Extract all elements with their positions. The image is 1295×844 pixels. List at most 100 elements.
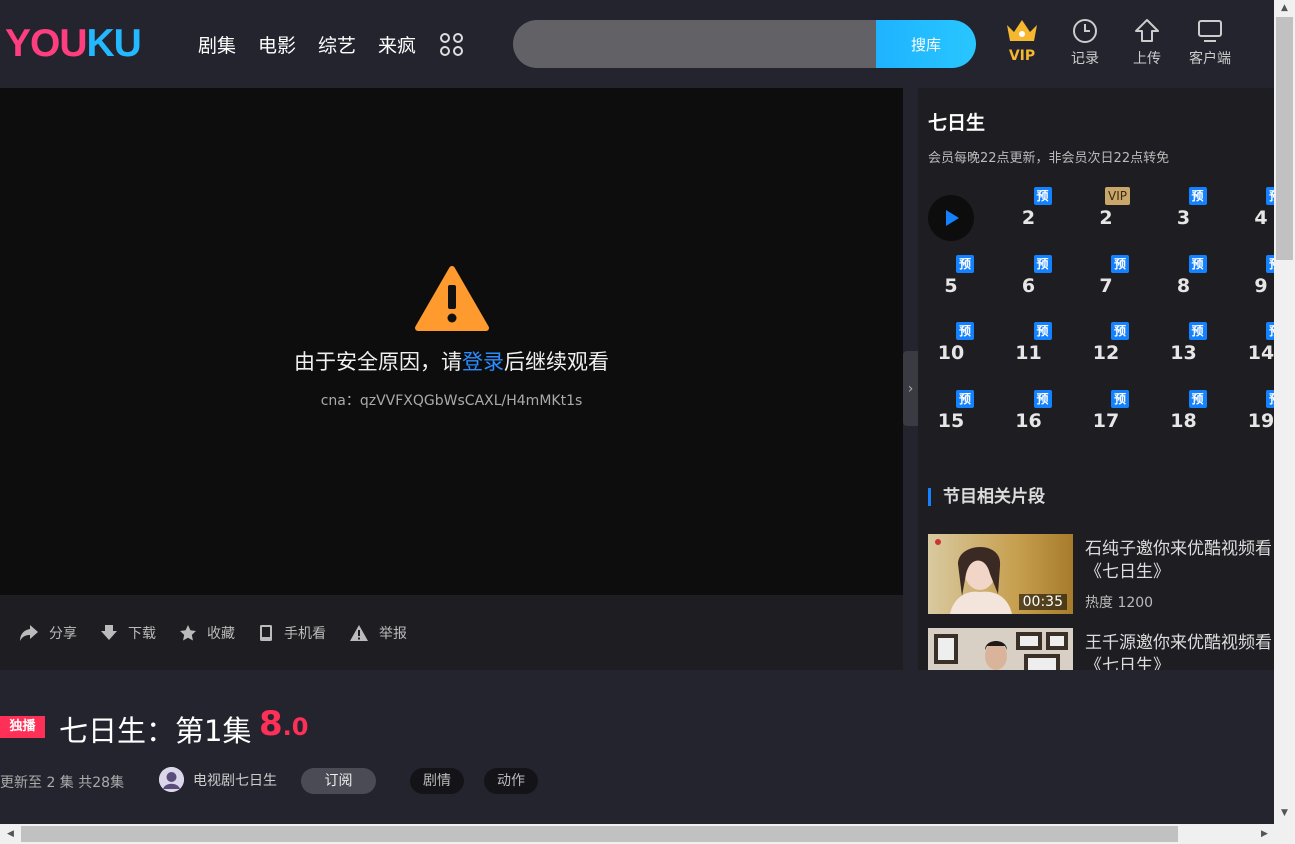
mobile-watch-button[interactable]: 手机看: [258, 623, 326, 643]
episode-number: 3: [1176, 207, 1191, 229]
preview-badge: 预: [1033, 389, 1052, 408]
preview-badge: 预: [1266, 322, 1274, 340]
search-button[interactable]: 搜库: [876, 20, 976, 68]
preview-badge: 预: [1266, 187, 1274, 205]
play-icon: [946, 210, 959, 226]
preview-badge: 预: [956, 322, 975, 340]
related-clip-item[interactable]: 王千源邀你来优酷视频看《七日生》: [928, 628, 1274, 670]
history-label: 记录: [1071, 51, 1099, 67]
upload-button[interactable]: 上传: [1117, 16, 1177, 68]
search-bar: 搜库: [513, 20, 976, 68]
episode-number: 13: [1170, 342, 1197, 364]
chevron-right-icon: ›: [907, 380, 914, 397]
vip-button[interactable]: VIP: [992, 16, 1052, 64]
nav-item-variety[interactable]: 综艺: [318, 31, 356, 58]
episode-button[interactable]: 19预: [1238, 389, 1274, 444]
security-warning: 由于安全原因，请登录后继续观看 cna：qzVVFXQGbWsCAXL/H4mM…: [0, 266, 903, 410]
horizontal-scroll-thumb[interactable]: [21, 826, 1178, 842]
video-title: 七日生：第1集: [59, 714, 252, 748]
episode-number: 15: [937, 409, 965, 432]
preview-badge: 预: [1266, 389, 1274, 408]
clip-title: 王千源邀你来优酷视频看《七日生》: [1085, 633, 1272, 670]
episode-button[interactable]: 17 预: [1083, 389, 1130, 444]
favorite-button[interactable]: 收藏: [179, 623, 235, 643]
episode-button[interactable]: 7预: [1083, 254, 1130, 309]
episode-button[interactable]: 2预: [1006, 187, 1052, 241]
nav-item-laifeng[interactable]: 来疯: [378, 31, 416, 58]
episode-button[interactable]: 2 VIP: [1083, 187, 1130, 241]
episode-playing[interactable]: [928, 195, 974, 241]
search-input[interactable]: [513, 20, 876, 68]
youku-logo[interactable]: YOUKU: [5, 22, 142, 66]
clip-title: 石纯子邀你来优酷视频看《七日生》: [1085, 539, 1272, 582]
episode-meta: 更新至 2 集 共28集: [0, 775, 125, 791]
history-button[interactable]: 记录: [1055, 16, 1115, 68]
upload-label: 上传: [1133, 51, 1161, 67]
related-clips-title: 节目相关片段: [928, 488, 1045, 506]
download-button[interactable]: 下载: [100, 623, 156, 643]
upload-icon: [1117, 16, 1177, 46]
preview-badge: 预: [1111, 254, 1130, 273]
related-clip-item[interactable]: 00:35 石纯子邀你来优酷视频看《七日生》 热度 1200: [928, 534, 1274, 614]
main-nav: 剧集 电影 综艺 来疯: [198, 31, 464, 58]
share-button[interactable]: 分享: [19, 623, 77, 643]
episode-button[interactable]: 5预: [928, 254, 975, 309]
episode-button[interactable]: 6预: [1006, 254, 1052, 309]
scroll-up-icon[interactable]: ▲: [1276, 0, 1293, 17]
action-bar: 分享 下载 收藏 手机看 举报: [0, 595, 903, 670]
episode-button[interactable]: 10 预: [928, 322, 975, 376]
clock-icon: [1055, 16, 1115, 46]
preview-badge: 预: [1111, 389, 1130, 408]
tag-drama[interactable]: 剧情: [410, 768, 464, 794]
episode-button[interactable]: 3预: [1161, 187, 1207, 241]
alert-icon: [350, 624, 368, 641]
preview-badge: 预: [1266, 254, 1274, 273]
download-icon: [101, 624, 117, 640]
episode-number: 17: [1092, 409, 1120, 432]
sidebar-collapse-button[interactable]: ›: [903, 351, 918, 426]
episode-button[interactable]: 12 预: [1083, 322, 1130, 376]
warning-icon: [414, 266, 489, 331]
update-schedule: 会员每晚22点更新，非会员次日22点转免: [928, 151, 1170, 166]
subscribe-button[interactable]: 订阅: [301, 768, 376, 794]
video-player[interactable]: 由于安全原因，请登录后继续观看 cna：qzVVFXQGbWsCAXL/H4mM…: [0, 88, 903, 595]
episode-button[interactable]: 16 预: [1006, 389, 1052, 444]
preview-badge: 预: [1033, 187, 1052, 205]
report-button[interactable]: 举报: [349, 623, 407, 643]
share-icon: [20, 624, 38, 641]
episode-button[interactable]: 9预: [1238, 254, 1274, 309]
scroll-left-icon[interactable]: ◀: [2, 826, 19, 843]
scroll-down-icon[interactable]: ▼: [1276, 805, 1293, 822]
channel-link[interactable]: 电视剧七日生: [159, 767, 277, 792]
preview-badge: 预: [1111, 322, 1130, 340]
tag-action[interactable]: 动作: [484, 768, 538, 794]
scroll-right-icon[interactable]: ▶: [1256, 826, 1273, 843]
episode-sidebar: 七日生 会员每晚22点更新，非会员次日22点转免 2预2VIP3预4预5预6预7…: [918, 88, 1274, 670]
episode-button[interactable]: 4预: [1238, 187, 1274, 241]
episode-number: 12: [1092, 342, 1120, 364]
episode-button[interactable]: 13 预: [1161, 322, 1207, 376]
nav-item-movie[interactable]: 电影: [258, 31, 296, 58]
vertical-scrollbar[interactable]: ▲ ▼: [1274, 0, 1295, 824]
monitor-icon: [1180, 16, 1240, 46]
preview-badge: 预: [1033, 254, 1052, 273]
client-button[interactable]: 客户端: [1180, 16, 1240, 68]
channel-avatar: [159, 767, 184, 792]
episode-number: 11: [1015, 342, 1042, 364]
top-header: YOUKU 剧集 电影 综艺 来疯 搜库 VIP 记录 上传 客户端: [0, 0, 1274, 88]
more-categories-icon[interactable]: [440, 32, 464, 57]
preview-badge: 预: [1188, 254, 1207, 273]
vertical-scroll-thumb[interactable]: [1276, 17, 1293, 260]
episode-button[interactable]: 14 预: [1238, 322, 1274, 376]
login-link[interactable]: 登录: [462, 350, 504, 374]
episode-number: 9: [1254, 274, 1268, 297]
clip-thumbnail: 00:35: [928, 534, 1073, 614]
episode-button[interactable]: 15 预: [928, 389, 975, 444]
episode-button[interactable]: 18 预: [1161, 389, 1207, 444]
episode-button[interactable]: 8预: [1161, 254, 1207, 309]
exclusive-badge: 独播: [0, 716, 45, 738]
horizontal-scrollbar[interactable]: ◀ ▶: [0, 824, 1295, 844]
episode-button[interactable]: 11 预: [1006, 322, 1052, 376]
nav-item-drama[interactable]: 剧集: [198, 31, 236, 58]
episode-number: 5: [944, 274, 958, 297]
